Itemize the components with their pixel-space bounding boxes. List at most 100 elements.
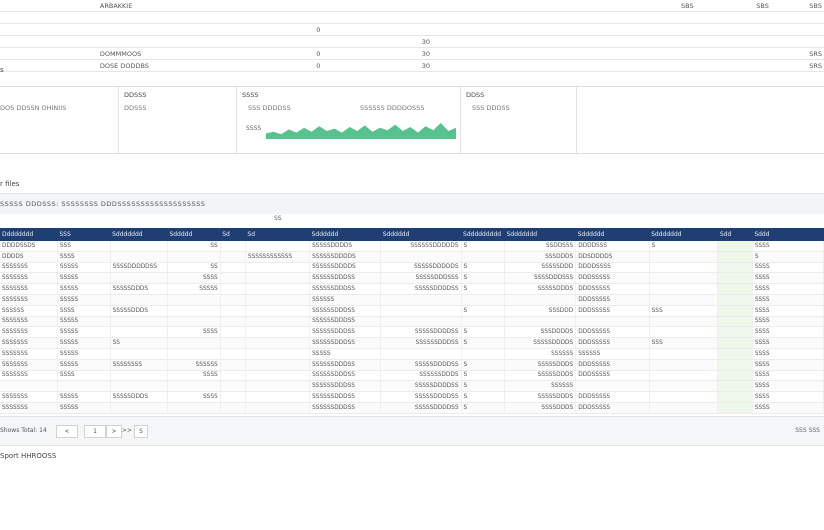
sparkline-label: SSSS (246, 125, 262, 132)
table-cell: SSSSSSDDDSS (309, 359, 382, 371)
pager-right-text: SSS SSS (795, 427, 820, 434)
table-row[interactable]: SSSSSSS SSSSS SSSSSS DDDSSSSS SSSS (0, 294, 824, 306)
table-cell: SSSDDDS (504, 251, 577, 263)
table-cell: SSSSSSS (0, 337, 58, 349)
table-cell (245, 326, 311, 339)
panel-1[interactable]: DOS DDSSN OHINIIS (0, 87, 119, 153)
panel-value: SSS DDDDSS (248, 104, 291, 112)
panel-2[interactable]: DDSSS DDSSS (118, 87, 237, 153)
column-header[interactable]: Sddddddd (110, 228, 168, 241)
table-row[interactable]: SSSSSSDDDSS SSSSSDDDDSS S SSSSSS SSSS (0, 380, 824, 393)
summary-cell (461, 23, 541, 36)
summary-cell (656, 59, 718, 72)
table-cell (245, 305, 311, 317)
column-header[interactable]: Sddddd (167, 228, 221, 241)
table-cell (57, 380, 111, 393)
table-cell: SSSSSSS (0, 359, 58, 371)
table-cell: SSSS (752, 316, 824, 328)
table-row[interactable]: DDDDS SSSS SSSSSSSSSSSS SSSSSSDDDDS SSSDDDS D… (0, 251, 824, 263)
table-cell: DDDSSSSS (575, 402, 650, 414)
next-page-button[interactable]: > (106, 425, 122, 438)
prev-page-button[interactable]: < (56, 425, 78, 438)
table-row[interactable]: SSSSSSS SSSSS SSSSSSDDDSS SSSS (0, 316, 824, 328)
panel-title: DDSSS (124, 91, 147, 99)
table-cell: S (461, 262, 506, 274)
table-cell (717, 380, 753, 393)
table-cell (110, 402, 168, 414)
table-row[interactable]: SSSSSSS SSSSS SSSSS SSSSSS SSSSSS SSSS (0, 348, 824, 360)
table-cell: SSSS (752, 370, 824, 382)
column-header[interactable]: Sd (245, 228, 310, 241)
table-cell (245, 337, 311, 349)
table-cell: SSSSSS (0, 305, 58, 317)
column-header[interactable]: Sdddddd (575, 228, 650, 241)
table-cell: SSSSS (57, 262, 111, 274)
column-header[interactable]: Sdddddd (380, 228, 462, 241)
table-cell: DDDSSSSS (575, 359, 650, 371)
panel-value-secondary: SSSSSS DDDDOSSS (360, 104, 425, 112)
table-cell: SSSSSSS (0, 348, 58, 360)
table-cell: SSSSSSDDDSS (309, 272, 382, 285)
table-row[interactable]: SSSSSSS SSSSS SSSS SSSSSSDDDSS SSSSSDDDDSS S S… (0, 326, 824, 339)
table-cell (110, 294, 168, 306)
column-header[interactable]: Sd (220, 228, 246, 241)
table-row[interactable]: DDDDSSDS SSS SS SSSSSDDDDS SSSSSSDDDDDS S SSDD… (0, 241, 824, 252)
table-cell (717, 402, 753, 414)
table-cell: SSSS (752, 283, 824, 295)
table-cell: SSSSS (57, 283, 111, 295)
last-page-button[interactable]: >> (122, 425, 132, 436)
table-row[interactable]: SSSSSSS SSSSS SSSSDDDDDSS SS SSSSSSDDDDS SSSS… (0, 262, 824, 274)
table-row[interactable]: SSSSSSS SSSSS SSSSSDDDS SSSSS SSSSSSDDDSS SSS… (0, 283, 824, 295)
table-row[interactable]: SSSSSSS SSSSS SSSSSSSS SSSSSS SSSSSSDDDSS SSS… (0, 359, 824, 371)
column-header[interactable]: Sdddddd (309, 228, 381, 241)
pager-label: Shows Total: 14 (0, 427, 47, 434)
column-header[interactable]: SSS (57, 228, 111, 241)
table-cell (245, 380, 311, 393)
panel-4[interactable]: DDSS SSS DDDSS (460, 87, 577, 153)
summary-cell (717, 23, 808, 36)
table-row[interactable]: SSSSSSS SSSSS SS SSSSSSDDDSS SSSSSSDDDSS S SSS… (0, 337, 824, 349)
table-cell: SSSDDDDS (504, 326, 577, 339)
column-header[interactable]: Sdd (717, 228, 753, 241)
summary-cell (245, 0, 391, 12)
summary-cell (0, 35, 98, 48)
table-row[interactable]: SSSSSSS SSSS SSSS SSSSSSDDDSS SSSSSSDDDS S SSS… (0, 370, 824, 382)
table-cell (649, 370, 719, 382)
column-header[interactable]: Dddddddd (0, 228, 58, 241)
column-header[interactable]: Sddddddd (504, 228, 576, 241)
table-cell (245, 272, 311, 285)
table-cell: SSS (649, 305, 719, 317)
column-header[interactable]: Sddddddd (649, 228, 718, 241)
table-cell (167, 337, 221, 349)
table-cell (220, 262, 246, 274)
table-row[interactable]: SSSSSS SSSS SSSSSDDDS SSSSSSDDDSS S SSSDDD DDD… (0, 305, 824, 317)
column-header[interactable]: Sddddddddd (461, 228, 505, 241)
page-1-button[interactable]: 1 (84, 425, 106, 438)
table-cell (220, 337, 246, 349)
table-cell: SSSSSSS (0, 391, 58, 403)
table-cell (110, 316, 168, 328)
filter-text[interactable]: SSSSS DDDSSS: SSSSSSSS DDDSSSSSSSSSSSSSS… (0, 200, 205, 208)
panel-3[interactable]: SSSS SSS DDDDSS SSSSSS DDDDOSSS SSSS (236, 87, 461, 153)
table-cell (461, 294, 506, 306)
column-header[interactable]: Sddd (752, 228, 824, 241)
table-row[interactable]: SSSSSSS SSSSS SSSS SSSSSSDDDSS SSSSSDDDSSS S S… (0, 272, 824, 285)
table-cell: SSSSSDDDDSS (380, 326, 462, 339)
table-cell: S (461, 380, 506, 393)
summary-cell (717, 47, 808, 60)
table-cell (220, 283, 246, 295)
export-link[interactable]: Sport HHROOSS (0, 452, 56, 460)
table-cell: S (461, 391, 506, 403)
summary-cell (656, 23, 718, 36)
table-cell (167, 305, 221, 317)
table-cell (245, 370, 311, 382)
table-cell (649, 348, 719, 360)
summary-row (0, 11, 824, 24)
table-cell: SSSS (57, 251, 111, 263)
page-size-select[interactable]: S (134, 425, 148, 438)
table-row[interactable]: SSSSSSS SSSSS SSSSSSDDDSS SSSSSDDDDSS S SSSSD… (0, 402, 824, 414)
table-cell: DDDSSSSS (575, 337, 650, 349)
summary-cell (461, 59, 541, 72)
table-cell: SSSSSDDDS (504, 359, 577, 371)
table-row[interactable]: SSSSSSS SSSSS SSSSSDDDS SSSS SSSSSSDDDSS SSSS… (0, 391, 824, 403)
